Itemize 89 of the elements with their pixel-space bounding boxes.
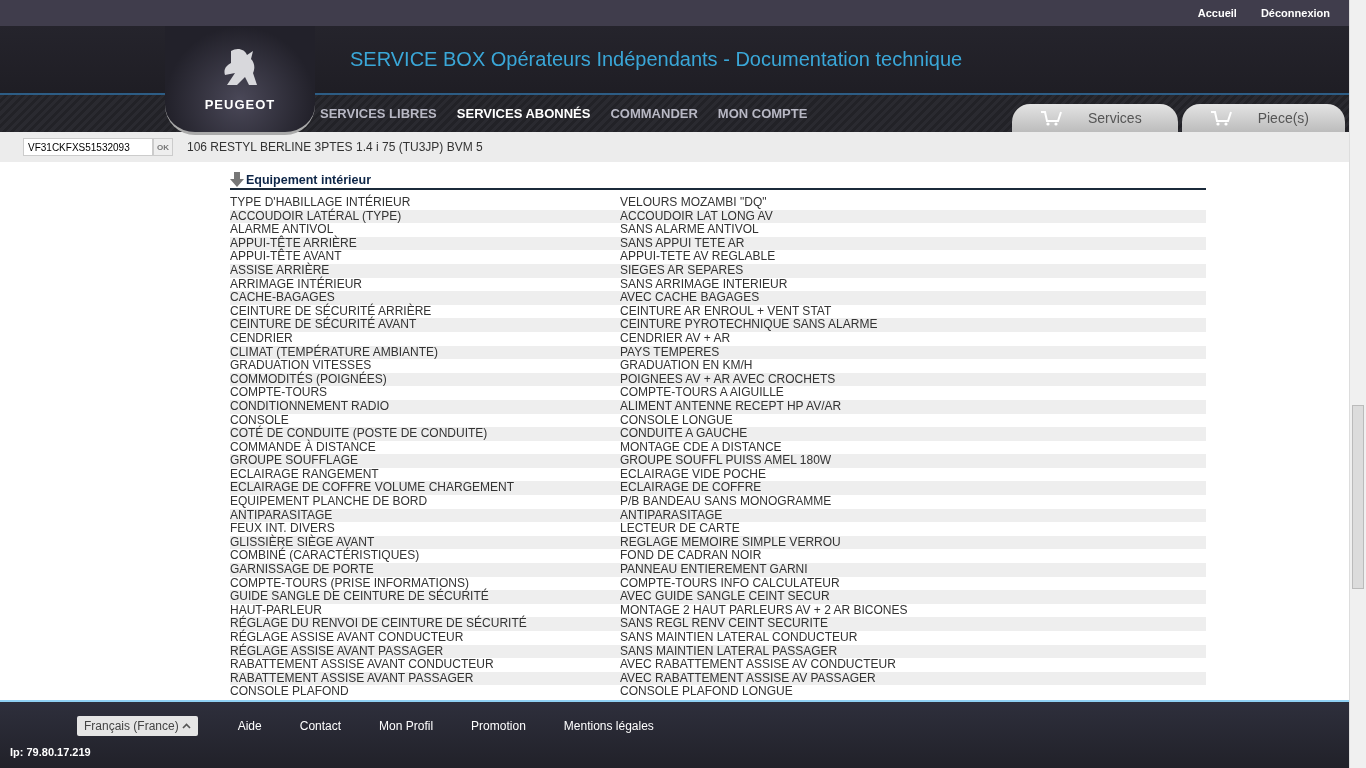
table-cell-text: GROUPE SOUFFL PUISS AMEL 180W [620,454,833,468]
table-cell-text: RABATTEMENT ASSISE AVANT PASSAGER [230,671,475,686]
table-cell-text: APPUI-TETE AV REGLABLE [620,250,777,264]
cart-tab[interactable]: Services [1011,104,1178,132]
table-cell-text: CONSOLE LONGUE [620,413,734,428]
table-cell-text: GUIDE SANGLE DE CEINTURE DE SÉCURITÉ [230,590,490,604]
table-cell-text: PANNEAU ENTIEREMENT GARNI [620,563,809,577]
table-cell-text: SANS APPUI TETE AR [620,236,746,251]
table-cell-text: LECTEUR DE CARTE [620,522,741,536]
table-cell-text: CEINTURE AR ENROUL + VENT STAT [620,304,833,319]
footer-link[interactable]: Promotion [471,719,526,733]
cart-icon [1039,109,1062,127]
table-cell-text: ALIMENT ANTENNE RECEPT HP AV/AR [620,399,843,414]
ip-address: Ip: 79.80.17.219 [10,746,92,758]
table-cell-text: COMPTE-TOURS [230,386,328,400]
table-cell-text: ECLAIRAGE DE COFFRE VOLUME CHARGEMENT [230,481,516,496]
table-cell-text: PAYS TEMPERES [620,345,721,360]
page-title: SERVICE BOX Opérateurs Indépendants - Documentation technique [350,48,963,71]
table-cell-text: ANTIPARASITAGE [620,508,724,523]
table-cell-text: SIEGES AR SEPARES [620,263,745,278]
nav-item[interactable]: MON COMPTE [717,106,808,121]
table-cell-text: AVEC CACHE BAGAGES [620,291,761,305]
top-link[interactable]: Accueil [1197,7,1237,19]
down-arrow-icon [230,172,244,187]
table-cell-text: CEINTURE DE SÉCURITÉ AVANT [230,318,418,332]
nav-item[interactable]: SERVICES LIBRES [320,106,437,121]
table-cell-text: VELOURS MOZAMBI "DQ" [620,196,768,210]
table-cell-text: RABATTEMENT ASSISE AVANT CONDUCTEUR [230,658,495,672]
table-cell-text: FOND DE CADRAN NOIR [620,549,763,564]
table-cell-text: MONTAGE 2 HAUT PARLEURS AV + 2 AR BICONES [620,603,909,618]
table-cell-text: CONDITIONNEMENT RADIO [230,399,391,414]
table-cell-text: COMBINÉ (CARACTÉRISTIQUES) [230,549,421,564]
table-cell-text: TYPE D'HABILLAGE INTÉRIEUR [230,196,412,209]
table-cell-text: EQUIPEMENT PLANCHE DE BORD [230,495,429,509]
table-cell-text: GARNISSAGE DE PORTE [230,563,375,577]
table-cell-text: CONSOLE PLAFOND [230,685,350,699]
table-cell-text: CONSOLE PLAFOND LONGUE [620,685,794,699]
table-cell-text: COMMODITÉS (POIGNÉES) [230,372,388,387]
vin-field[interactable]: VF31CKFXS51532093 [23,138,153,156]
table-cell-text: ECLAIRAGE RANGEMENT [230,467,380,482]
table-cell-text: ECLAIRAGE VIDE POCHE [620,467,768,482]
table-cell-text: ANTIPARASITAGE [230,508,334,523]
table-cell-text: CENDRIER AV + AR [620,331,731,346]
table-cell-text: ARRIMAGE INTÉRIEUR [230,277,363,292]
table-cell-text: SANS REGL RENV CEINT SECURITE [620,617,830,631]
language-selector[interactable]: Français (France) [77,716,198,736]
scrollbar-thumb[interactable] [1352,405,1364,589]
table-cell-text: GRADUATION EN KM/H [620,359,754,373]
table-cell-text: ACCOUDOIR LAT LONG AV [620,209,774,224]
nav-item[interactable]: COMMANDER [610,106,698,121]
caret-icon [181,723,191,729]
scrollbar[interactable] [1349,0,1366,768]
table-cell-text: SANS ALARME ANTIVOL [620,223,760,237]
brand-name: PEUGEOT [204,96,276,112]
footer-link[interactable]: Mentions légales [563,719,654,733]
table-cell-text: SANS MAINTIEN LATERAL PASSAGER [620,644,839,659]
table-cell-text: CEINTURE PYROTECHNIQUE SANS ALARME [620,318,879,332]
table-cell-text: RÉGLAGE ASSISE AVANT CONDUCTEUR [230,631,465,644]
table-cell-text: ASSISE ARRIÈRE [230,263,330,277]
cart-tab[interactable]: Piece(s) [1181,104,1345,132]
table-cell-text: REGLAGE MEMOIRE SIMPLE VERROU [620,535,842,550]
table-cell-text: RÉGLAGE ASSISE AVANT PASSAGER [230,644,445,659]
table-cell-text: CONSOLE [230,413,290,427]
table-cell-text: GROUPE SOUFFLAGE [230,454,360,468]
table-cell-text: SANS MAINTIEN LATERAL CONDUCTEUR [620,631,859,645]
table-cell-text: CLIMAT (TEMPÉRATURE AMBIANTE) [230,345,440,360]
table-cell-text: COMPTE-TOURS INFO CALCULATEUR [620,576,841,591]
table-cell-text: COMMANDE À DISTANCE [230,440,376,455]
table-cell-text: P/B BANDEAU SANS MONOGRAMME [620,495,833,509]
table-cell-text: CENDRIER [230,331,293,345]
section-title: Equipement intérieur [246,172,372,187]
cart-icon [1209,109,1232,127]
table-cell-text: POIGNEES AV + AR AVEC CROCHETS [620,372,837,387]
footer-link[interactable]: Contact [299,719,342,733]
table-cell-text: SANS ARRIMAGE INTERIEUR [620,277,789,292]
footer-link[interactable]: Aide [237,719,262,733]
table-cell-text: ECLAIRAGE DE COFFRE [620,481,763,496]
table-cell-text: AVEC GUIDE SANGLE CEINT SECUR [620,590,831,604]
top-link[interactable]: Déconnexion [1260,7,1330,19]
table-cell-text: MONTAGE CDE A DISTANCE [620,440,783,455]
table-cell-text: AVEC RABATTEMENT ASSISE AV CONDUCTEUR [620,658,897,672]
vehicle-description: 106 RESTYL BERLINE 3PTES 1.4 i 75 (TU3JP) BVM 5 [187,140,483,154]
ok-button[interactable]: OK [153,138,173,156]
nav-item[interactable]: SERVICES ABONNÉS [456,106,591,121]
table-cell-text: CONDUITE A GAUCHE [620,427,749,441]
table-cell-text: ACCOUDOIR LATÉRAL (TYPE) [230,209,403,224]
table-cell-text: AVEC RABATTEMENT ASSISE AV PASSAGER [620,671,877,686]
footer-link[interactable]: Mon Profil [379,719,434,733]
table-cell-text: COMPTE-TOURS A AIGUILLE [620,386,785,400]
